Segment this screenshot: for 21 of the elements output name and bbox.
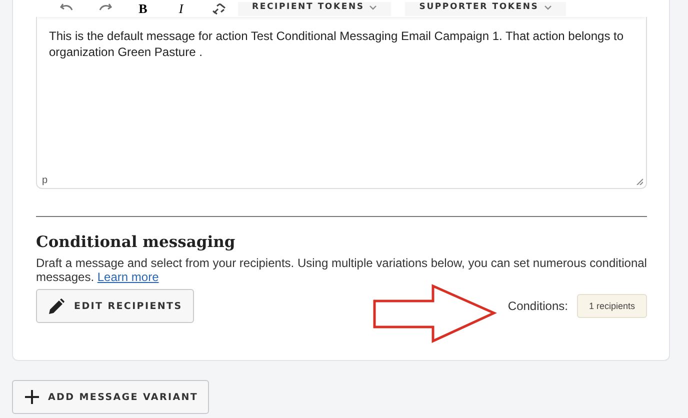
tokens-dropdown[interactable]: SUPPORTER TOKENS [405,2,566,16]
edit-recipients-button[interactable]: EDIT RECIPIENTS [36,289,194,323]
learn-more-link[interactable]: Learn more [97,270,159,284]
section-description: Draft a message and select from your recipients. Using multiple variations below, you can set numerous conditional messages. Learn more [36,256,647,284]
conditions-label: Conditions: [508,299,568,313]
message-text: This is the default message for action Test Conditional Messaging Email Campaign 1. That action belongs to organization Green Pasture . [49,28,625,60]
section-heading: Conditional messaging [36,232,236,251]
bold-button[interactable]: B [138,2,148,14]
element-path: p [42,175,48,186]
recipients-badge: 1 recipients [576,294,647,318]
plus-icon [25,390,39,404]
chevron-down-icon [544,4,552,10]
redo-icon[interactable] [98,2,112,12]
undo-icon[interactable] [60,2,74,12]
message-editor[interactable]: This is the default message for action Test Conditional Messaging Email Campaign 1. That action belongs to organization Green Pasture . p [36,17,647,189]
tokens-dropdown[interactable]: RECIPIENT TOKENS [238,2,392,16]
chevron-down-icon [369,4,378,10]
pencil-icon [48,298,65,314]
resize-grip-icon[interactable] [636,178,643,185]
italic-button[interactable]: I [178,2,184,14]
add-variant-button[interactable]: ADD MESSAGE VARIANT [12,380,210,414]
